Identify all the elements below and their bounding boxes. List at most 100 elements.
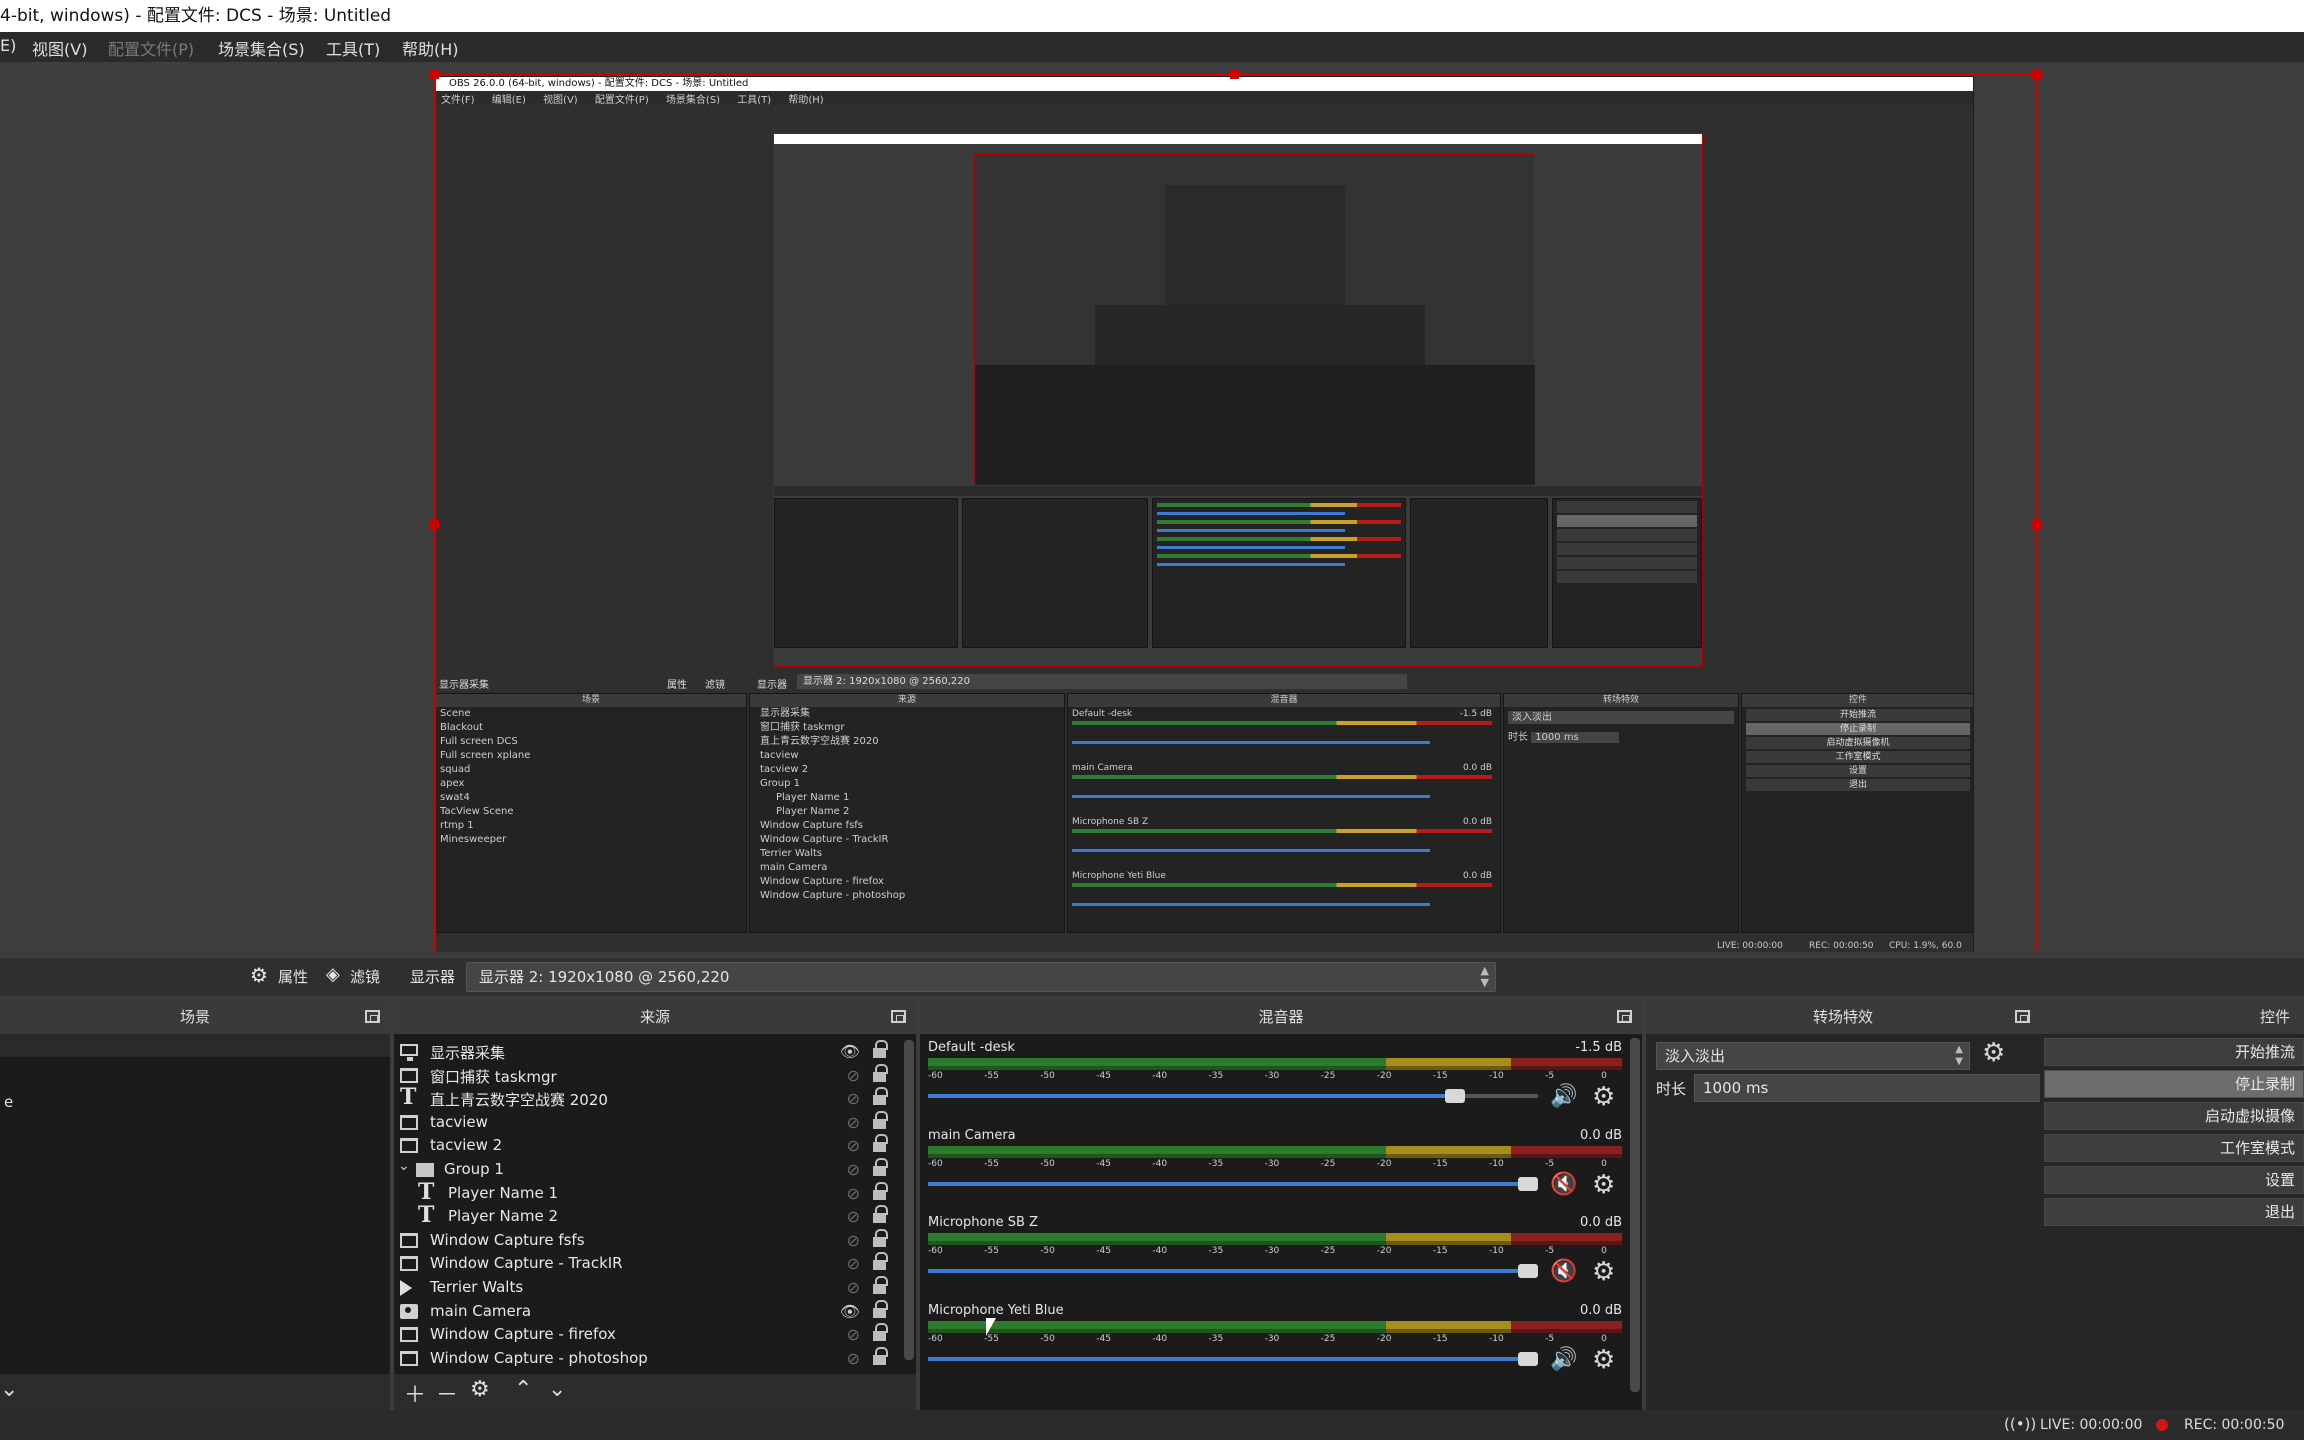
lock-icon[interactable] — [873, 1205, 888, 1224]
gear-icon[interactable]: ⚙ — [1592, 1082, 1615, 1112]
resize-handle[interactable] — [2032, 70, 2041, 79]
eye-hidden-icon[interactable]: ⊘ — [847, 1207, 860, 1226]
eye-hidden-icon[interactable]: ⊘ — [847, 1160, 860, 1179]
eye-icon[interactable]: 👁 — [840, 1302, 860, 1321]
source-row[interactable]: tacview ⊘ — [394, 1110, 900, 1134]
add-icon[interactable]: ＋ — [404, 1377, 426, 1409]
preview-canvas[interactable]: OBS 26.0.0 (64-bit, windows) - 配置文件: DCS… — [0, 62, 2304, 952]
list-item[interactable] — [0, 1034, 390, 1057]
eye-hidden-icon[interactable]: ⊘ — [847, 1349, 860, 1368]
volume-slider-handle[interactable] — [1518, 1176, 1538, 1191]
source-row[interactable]: Window Capture - TrackIR ⊘ — [394, 1252, 900, 1275]
source-row[interactable]: Window Capture - firefox ⊘ — [394, 1323, 900, 1346]
resize-handle[interactable] — [1230, 70, 1239, 79]
lock-icon[interactable] — [873, 1040, 888, 1058]
source-selection-box[interactable] — [434, 74, 2037, 952]
control-button[interactable]: 启动虚拟摄像 — [2044, 1102, 2304, 1130]
control-button[interactable]: 开始推流 — [2044, 1038, 2304, 1066]
menu-view[interactable]: 视图(V) — [32, 36, 87, 60]
chevron-down-icon[interactable]: ⌄ — [398, 1158, 410, 1174]
muted-speaker-icon[interactable]: 🔇 — [1550, 1172, 1577, 1197]
source-row[interactable]: T Player Name 1 ⊘ — [394, 1181, 900, 1205]
undock-icon[interactable] — [891, 1010, 906, 1023]
gear-icon[interactable]: ⚙ — [1982, 1038, 2005, 1068]
menu-scene-collection[interactable]: 场景集合(S) — [218, 36, 305, 60]
volume-slider[interactable] — [928, 1089, 1538, 1103]
source-row[interactable]: ⌄ Group 1 ⊘ — [394, 1158, 900, 1181]
volume-slider-handle[interactable] — [1518, 1264, 1538, 1278]
eye-hidden-icon[interactable]: ⊘ — [847, 1136, 860, 1155]
gear-icon[interactable]: ⚙ — [470, 1377, 490, 1402]
control-button[interactable]: 停止录制 — [2044, 1070, 2304, 1098]
lock-icon[interactable] — [873, 1158, 888, 1176]
control-button[interactable]: 退出 — [2044, 1198, 2304, 1226]
properties-button[interactable]: 属性 — [278, 966, 308, 987]
menu-help[interactable]: 帮助(H) — [402, 36, 459, 60]
filters-button[interactable]: 滤镜 — [350, 966, 380, 987]
source-row[interactable]: main Camera 👁 — [394, 1299, 900, 1323]
undock-icon[interactable] — [365, 1010, 380, 1023]
volume-slider-handle[interactable] — [1518, 1351, 1538, 1366]
eye-hidden-icon[interactable]: ⊘ — [847, 1113, 860, 1132]
volume-slider[interactable] — [928, 1351, 1538, 1366]
menu-edit[interactable]: E) — [0, 36, 16, 55]
resize-handle[interactable] — [430, 70, 439, 79]
menu-tools[interactable]: 工具(T) — [326, 36, 380, 60]
list-item[interactable]: e — [0, 1091, 390, 1114]
gear-icon[interactable]: ⚙ — [1592, 1170, 1615, 1200]
remove-icon[interactable]: － — [436, 1377, 458, 1409]
undock-icon[interactable] — [2015, 1010, 2030, 1023]
lock-icon[interactable] — [873, 1276, 888, 1294]
lock-icon[interactable] — [873, 1110, 888, 1129]
eye-hidden-icon[interactable]: ⊘ — [847, 1231, 860, 1250]
eye-icon[interactable]: 👁 — [840, 1042, 860, 1061]
filter-icon[interactable]: ◈ — [326, 964, 340, 985]
eye-hidden-icon[interactable]: ⊘ — [847, 1089, 860, 1108]
lock-icon[interactable] — [873, 1299, 888, 1318]
gear-icon[interactable]: ⚙ — [1592, 1257, 1615, 1287]
gear-icon[interactable]: ⚙ — [250, 963, 268, 987]
lock-icon[interactable] — [873, 1346, 888, 1365]
lock-icon[interactable] — [873, 1087, 888, 1106]
lock-icon[interactable] — [873, 1228, 888, 1247]
lock-icon[interactable] — [873, 1323, 888, 1342]
source-row[interactable]: 窗口捕获 taskmgr ⊘ — [394, 1063, 900, 1087]
eye-hidden-icon[interactable]: ⊘ — [847, 1066, 860, 1085]
gear-icon[interactable]: ⚙ — [1592, 1345, 1615, 1375]
source-row[interactable]: Window Capture fsfs ⊘ — [394, 1228, 900, 1252]
muted-speaker-icon[interactable]: 🔇 — [1550, 1259, 1577, 1284]
transition-select[interactable]: 淡入淡出 ▲ ▼ — [1656, 1042, 1970, 1070]
speaker-icon[interactable]: 🔊 — [1550, 1084, 1577, 1109]
source-row[interactable]: Terrier Walts ⊘ — [394, 1276, 900, 1299]
source-row[interactable]: 显示器采集 👁 — [394, 1040, 900, 1063]
lock-icon[interactable] — [873, 1181, 888, 1200]
lock-icon[interactable] — [873, 1252, 888, 1271]
undock-icon[interactable] — [1617, 1010, 1632, 1023]
source-row[interactable]: T 直上青云数字空战赛 2020 ⊘ — [394, 1086, 900, 1110]
scenes-list[interactable]: e — [0, 1034, 390, 1410]
sources-list[interactable]: 显示器采集 👁 窗口捕获 taskmgr ⊘ T 直上青云数字空战赛 2020 ⊘ tacvi… — [394, 1034, 916, 1410]
lock-icon[interactable] — [873, 1063, 888, 1082]
chevron-down-icon[interactable]: ⌄ — [0, 1377, 18, 1402]
source-row[interactable]: T Player Name 2 ⊘ — [394, 1204, 900, 1228]
sources-scrollbar[interactable] — [904, 1040, 914, 1360]
display-select[interactable]: 显示器 2: 1920x1080 @ 2560,220 ▲ ▼ — [466, 962, 1496, 992]
move-down-icon[interactable]: ⌄ — [548, 1377, 566, 1402]
resize-handle[interactable] — [430, 520, 439, 529]
menu-profile[interactable]: 配置文件(P) — [108, 36, 194, 60]
mixer-scrollbar[interactable] — [1630, 1038, 1640, 1392]
eye-hidden-icon[interactable]: ⊘ — [847, 1184, 860, 1203]
resize-handle[interactable] — [2032, 520, 2041, 529]
move-up-icon[interactable]: ⌃ — [514, 1377, 532, 1402]
volume-slider[interactable] — [928, 1264, 1538, 1278]
volume-slider[interactable] — [928, 1176, 1538, 1191]
source-row[interactable]: Window Capture - photoshop ⊘ — [394, 1346, 900, 1370]
control-button[interactable]: 工作室模式 — [2044, 1134, 2304, 1162]
volume-slider-handle[interactable] — [1444, 1089, 1465, 1103]
lock-icon[interactable] — [873, 1134, 888, 1153]
speaker-icon[interactable]: 🔊 — [1550, 1347, 1577, 1372]
control-button[interactable]: 设置 — [2044, 1166, 2304, 1194]
eye-hidden-icon[interactable]: ⊘ — [847, 1325, 860, 1344]
source-row[interactable]: tacview 2 ⊘ — [394, 1134, 900, 1157]
eye-hidden-icon[interactable]: ⊘ — [847, 1254, 860, 1273]
